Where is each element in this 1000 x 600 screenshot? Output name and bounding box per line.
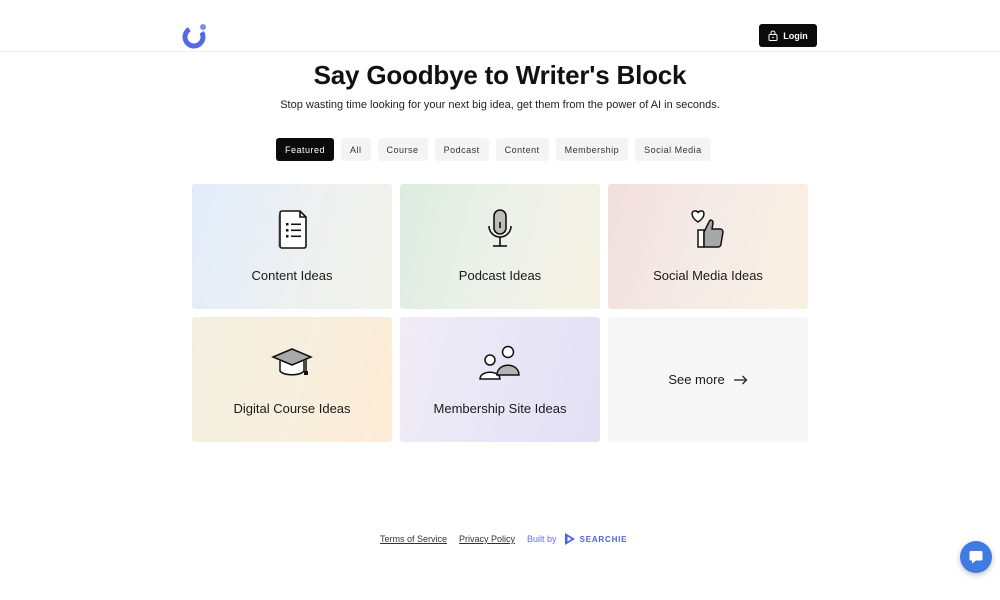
- terms-link[interactable]: Terms of Service: [380, 534, 447, 544]
- searchie-logo-icon: [564, 533, 575, 545]
- built-by-label: Built by: [527, 534, 557, 544]
- logo-icon[interactable]: [181, 22, 209, 50]
- category-tabs: Featured All Course Podcast Content Memb…: [276, 138, 711, 161]
- document-list-icon: [270, 208, 314, 252]
- see-more-card[interactable]: See more: [608, 317, 808, 442]
- card-label: Digital Course Ideas: [233, 401, 351, 416]
- built-by[interactable]: Built by SEARCHIE: [527, 532, 627, 546]
- heart-thumbs-up-icon: [686, 208, 730, 252]
- tab-social-media[interactable]: Social Media: [635, 138, 711, 161]
- card-label: Social Media Ideas: [653, 268, 763, 283]
- header: Login: [0, 0, 1000, 52]
- card-label: Podcast Ideas: [458, 268, 542, 283]
- tab-membership[interactable]: Membership: [555, 138, 629, 161]
- page-title: Say Goodbye to Writer's Block: [313, 60, 687, 90]
- card-digital-course-ideas[interactable]: Digital Course Ideas: [192, 317, 392, 442]
- card-podcast-ideas[interactable]: Podcast Ideas: [400, 184, 600, 309]
- card-label: Content Ideas: [251, 268, 333, 283]
- searchie-name: SEARCHIE: [579, 534, 628, 544]
- privacy-link[interactable]: Privacy Policy: [459, 534, 515, 544]
- page-subtitle: Stop wasting time looking for your next …: [280, 99, 720, 111]
- login-label: Login: [783, 30, 808, 41]
- login-button[interactable]: Login: [759, 24, 817, 47]
- see-more-link[interactable]: See more: [608, 372, 808, 387]
- microphone-icon: [478, 208, 522, 252]
- card-content-ideas[interactable]: Content Ideas: [192, 184, 392, 309]
- footer: Terms of Service Privacy Policy Built by…: [380, 531, 627, 547]
- arrow-right-icon: [733, 375, 748, 384]
- tab-featured[interactable]: Featured: [276, 138, 335, 161]
- card-membership-site-ideas[interactable]: Membership Site Ideas: [400, 317, 600, 442]
- people-icon: [478, 341, 522, 385]
- tab-podcast[interactable]: Podcast: [434, 138, 489, 161]
- graduation-cap-icon: [270, 341, 314, 385]
- tab-course[interactable]: Course: [377, 138, 428, 161]
- card-label: Membership Site Ideas: [433, 401, 567, 416]
- chat-button[interactable]: [960, 541, 992, 573]
- card-social-media-ideas[interactable]: Social Media Ideas: [608, 184, 808, 309]
- see-more-label: See more: [668, 372, 725, 387]
- searchie-brand: SEARCHIE: [563, 532, 628, 546]
- tab-all[interactable]: All: [341, 138, 371, 161]
- tab-content[interactable]: Content: [495, 138, 549, 161]
- chat-bubble-icon: [969, 551, 983, 564]
- lock-icon: [768, 30, 778, 41]
